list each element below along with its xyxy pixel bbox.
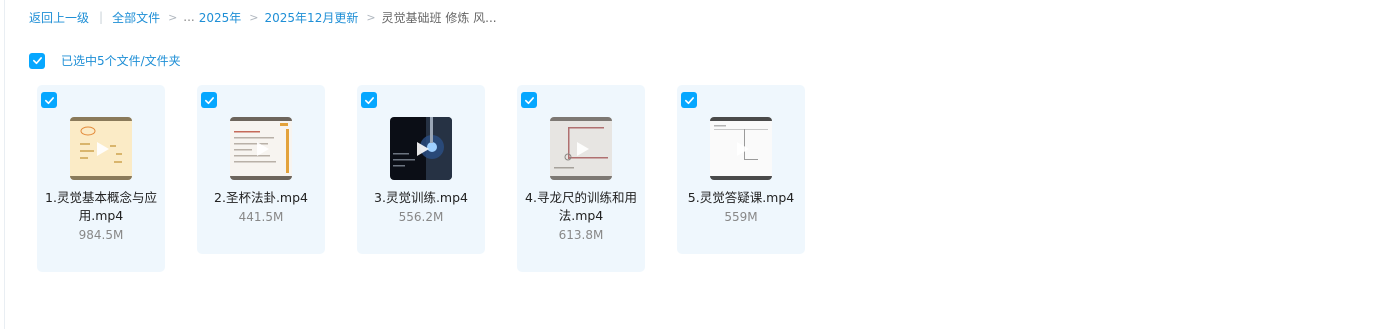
file-name[interactable]: 2.圣杯法卦.mp4 (203, 189, 319, 207)
video-thumbnail[interactable] (550, 117, 612, 180)
play-icon (257, 141, 269, 156)
file-size: 556.2M (398, 210, 444, 224)
video-thumbnail[interactable] (390, 117, 452, 180)
file-name[interactable]: 3.灵觉训练.mp4 (363, 189, 479, 207)
breadcrumb-ellipsis[interactable]: ... (183, 10, 194, 24)
file-size: 559M (724, 210, 758, 224)
play-icon (97, 141, 109, 156)
chevron-right-icon: > (366, 10, 376, 24)
file-name[interactable]: 1.灵觉基本概念与应用.mp4 (43, 189, 159, 225)
breadcrumb-divider: | (99, 10, 104, 24)
file-checkbox[interactable] (41, 92, 57, 108)
back-link[interactable]: 返回上一级 (29, 9, 89, 26)
video-thumbnail[interactable] (230, 117, 292, 180)
chevron-right-icon: > (249, 10, 259, 24)
selection-count-label: 已选中5个文件/文件夹 (61, 54, 181, 68)
video-thumbnail[interactable] (70, 117, 132, 180)
file-card[interactable]: 4.寻龙尺的训练和用法.mp4 613.8M (517, 85, 645, 272)
file-card[interactable]: 1.灵觉基本概念与应用.mp4 984.5M (37, 85, 165, 272)
file-size: 984.5M (78, 228, 124, 242)
file-name[interactable]: 5.灵觉答疑课.mp4 (683, 189, 799, 207)
breadcrumb-all-files[interactable]: 全部文件 (112, 9, 160, 26)
checkmark-icon (524, 96, 534, 104)
file-checkbox[interactable] (521, 92, 537, 108)
select-all-row: 已选中5个文件/文件夹 (29, 52, 181, 69)
file-card[interactable]: 5.灵觉答疑课.mp4 559M (677, 85, 805, 254)
file-card[interactable]: 2.圣杯法卦.mp4 441.5M (197, 85, 325, 254)
breadcrumb-2025[interactable]: 2025年 (199, 9, 242, 26)
file-size: 441.5M (238, 210, 284, 224)
checkmark-icon (32, 57, 42, 65)
file-card[interactable]: 3.灵觉训练.mp4 556.2M (357, 85, 485, 254)
video-thumbnail[interactable] (710, 117, 772, 180)
checkmark-icon (204, 96, 214, 104)
breadcrumb-2025-12[interactable]: 2025年12月更新 (265, 9, 359, 26)
chevron-right-icon: > (168, 10, 178, 24)
play-icon (417, 141, 429, 156)
select-all-checkbox[interactable] (29, 52, 45, 69)
content-left-border (4, 0, 5, 329)
breadcrumb-current: 灵觉基础班 修炼 风... (381, 10, 497, 25)
file-size: 613.8M (558, 228, 604, 242)
checkmark-icon (684, 96, 694, 104)
file-checkbox[interactable] (201, 92, 217, 108)
file-name[interactable]: 4.寻龙尺的训练和用法.mp4 (523, 189, 639, 225)
file-checkbox[interactable] (681, 92, 697, 108)
checkmark-icon (364, 96, 374, 104)
breadcrumb: 返回上一级 | 全部文件 > ... 2025年 > 2025年12月更新 > … (29, 8, 497, 26)
checkmark-icon (44, 96, 54, 104)
file-checkbox[interactable] (361, 92, 377, 108)
play-icon (577, 141, 589, 156)
play-icon (737, 141, 749, 156)
